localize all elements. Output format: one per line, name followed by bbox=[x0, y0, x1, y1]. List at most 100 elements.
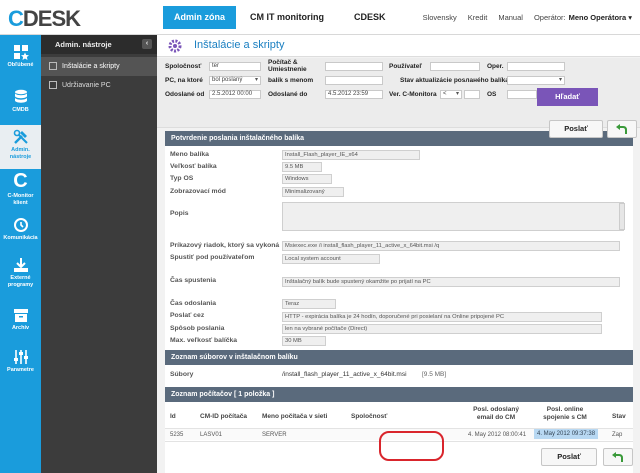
sidebar-item-label: Udržiavanie PC bbox=[62, 82, 111, 89]
back-button-top[interactable] bbox=[607, 120, 637, 138]
archive-icon bbox=[13, 309, 28, 322]
sidebar-item-installations[interactable]: Inštalácie a skripty bbox=[41, 57, 157, 76]
start-time-label: Čas spustenia bbox=[170, 277, 217, 284]
sidebar-item-label: Inštalácie a skripty bbox=[62, 63, 120, 70]
leftbar-communication[interactable]: Komunikácia bbox=[0, 217, 41, 242]
version-operator-select[interactable]: < bbox=[440, 90, 462, 99]
filter-panel: Spoločnosť ter Počítač & Umiestnenie Pou… bbox=[157, 58, 640, 128]
sidebar-header: Admin. nástroje ‹ bbox=[41, 35, 157, 54]
package-icon bbox=[49, 62, 57, 70]
leftbar-external-programs[interactable]: Externé programy bbox=[0, 257, 41, 289]
leftbar-external-label: Externé programy bbox=[7, 275, 34, 288]
files-label: Súbory bbox=[170, 371, 194, 378]
company-label: Spoločnosť bbox=[165, 63, 202, 70]
leftbar-cmdb-label: CMDB bbox=[12, 107, 29, 113]
sliders-icon bbox=[13, 350, 28, 364]
detail-panel: Potvrdenie poslania inštalačného balíka … bbox=[165, 120, 637, 473]
os-type-value: Windows bbox=[282, 174, 332, 184]
leftbar-cmonitor-client[interactable]: C C-Monitor klient bbox=[0, 171, 41, 207]
left-icon-bar: Obľúbené CMDB Admin. nástroje C C-Monito… bbox=[0, 35, 41, 473]
tab-admin-zona[interactable]: Admin zóna bbox=[163, 6, 236, 29]
back-arrow-icon bbox=[616, 124, 627, 134]
leftbar-parameters[interactable]: Parametre bbox=[0, 349, 41, 374]
run-as-value: Local system account bbox=[282, 254, 380, 264]
update-status-label: Stav aktualizácie posланého balíka je bbox=[400, 77, 517, 84]
package-name-input[interactable] bbox=[325, 76, 383, 85]
description-scrollbar[interactable] bbox=[619, 203, 625, 230]
leftbar-archive[interactable]: Archív bbox=[0, 307, 41, 332]
files-section-header: Zoznam súborov v inštalačnom balíku bbox=[165, 350, 633, 365]
package-size-label: Veľkosť balíka bbox=[170, 163, 217, 170]
user-label: Používateľ bbox=[389, 63, 422, 70]
max-size-value: 30 MB bbox=[282, 336, 326, 346]
send-time-value: Teraz bbox=[282, 299, 336, 309]
operator-filter-label: Oper. bbox=[487, 63, 504, 70]
package-name-value: Install_Flash_player_IE_x64 bbox=[282, 150, 420, 160]
operator-menu[interactable]: Meno Operátora ▾ bbox=[569, 13, 632, 22]
send-via-label: Poslať cez bbox=[170, 312, 205, 319]
collapse-sidebar-button[interactable]: ‹ bbox=[142, 39, 152, 49]
cell-last-online: 4. May 2012 09:37:38 bbox=[534, 429, 599, 439]
back-button-bottom[interactable] bbox=[603, 448, 633, 466]
leftbar-admin-tools[interactable]: Admin. nástroje bbox=[0, 125, 41, 169]
tab-cdesk[interactable]: CDESK bbox=[338, 6, 396, 29]
search-button[interactable]: Hľadať bbox=[537, 88, 598, 106]
package-name-label: Meno balíka bbox=[170, 151, 209, 158]
sent-from-label: Odoslané od bbox=[165, 91, 205, 98]
col-header-status: Stav bbox=[612, 413, 626, 420]
sent-to-input[interactable]: 4.5.2012 23:59 bbox=[325, 90, 383, 99]
send-via-value: HTTP - expirácia balíka je 24 hodín, dop… bbox=[282, 312, 602, 322]
os-input[interactable] bbox=[507, 90, 537, 99]
communication-icon bbox=[13, 218, 28, 232]
cell-cm-id: LASV01 bbox=[200, 432, 223, 438]
cell-last-email: 4. May 2012 08:00:41 bbox=[468, 432, 527, 438]
credit-link[interactable]: Kredit bbox=[468, 13, 488, 22]
leftbar-parameters-label: Parametre bbox=[7, 367, 34, 373]
maintenance-icon bbox=[49, 81, 57, 89]
pc-status-select[interactable]: bol poslaný bbox=[209, 76, 261, 85]
cdesk-logo[interactable]: CDESK bbox=[8, 6, 81, 32]
sent-from-input[interactable]: 2.5.2012 00:00 bbox=[209, 90, 261, 99]
start-time-value: Inštalačný balík bude spustený okamžite … bbox=[282, 277, 620, 287]
leftbar-communication-label: Komunikácia bbox=[3, 235, 38, 241]
update-status-select[interactable] bbox=[507, 76, 565, 85]
package-label: balík s menom bbox=[268, 77, 314, 84]
leftbar-favorites-label: Obľúbené bbox=[7, 62, 34, 68]
description-textarea[interactable] bbox=[282, 202, 624, 231]
file-name: /install_flash_player_11_active_x_64bit.… bbox=[282, 371, 407, 378]
computers-section-header: Zoznam počítačov [ 1 položka ] bbox=[165, 387, 633, 402]
send-method-value: len na vybrané počítače (Direct) bbox=[282, 324, 602, 334]
computer-input[interactable] bbox=[325, 62, 383, 71]
language-link[interactable]: Slovensky bbox=[423, 13, 457, 22]
send-button-highlight bbox=[379, 431, 444, 461]
operator-label: Operátor: bbox=[533, 13, 566, 22]
page-title: Inštalácie a skripty bbox=[194, 39, 285, 51]
send-button-bottom[interactable]: Poslať bbox=[541, 448, 597, 466]
run-as-label: Spustiť pod používateľom bbox=[170, 254, 255, 261]
download-icon bbox=[13, 258, 28, 272]
sidebar-item-pc-maintenance[interactable]: Udržiavanie PC bbox=[41, 76, 157, 95]
send-method-label: Spôsob poslania bbox=[170, 325, 225, 332]
col-header-last-online: Posl. online spojenie s CM bbox=[543, 406, 587, 421]
leftbar-cmonitor-label: C-Monitor klient bbox=[7, 193, 34, 206]
command-line-label: Príkazový riadok, ktorý sa vykoná bbox=[170, 242, 280, 249]
back-arrow-icon bbox=[612, 452, 623, 462]
file-size: [9.5 MB] bbox=[422, 371, 447, 378]
company-input[interactable]: ter bbox=[209, 62, 261, 71]
main-content: Inštalácie a skripty Spoločnosť ter Počí… bbox=[157, 35, 640, 473]
leftbar-cmdb[interactable]: CMDB bbox=[0, 89, 41, 114]
top-navigation: Admin zóna CM IT monitoring CDESK bbox=[163, 6, 396, 29]
display-mode-label: Zobrazovací mód bbox=[170, 188, 226, 195]
sidebar-title: Admin. nástroje bbox=[55, 40, 112, 49]
send-button-top[interactable]: Poslať bbox=[549, 120, 603, 138]
cell-status: Zap bbox=[612, 432, 623, 438]
user-input[interactable] bbox=[430, 62, 480, 71]
operator-filter-input[interactable] bbox=[507, 62, 565, 71]
leftbar-favorites[interactable]: Obľúbené bbox=[0, 44, 41, 69]
leftbar-admin-tools-label: Admin. nástroje bbox=[9, 147, 32, 160]
tab-cm-it-monitoring[interactable]: CM IT monitoring bbox=[236, 6, 338, 29]
version-input[interactable] bbox=[464, 90, 480, 99]
manual-link[interactable]: Manual bbox=[498, 13, 523, 22]
pc-label: PC, na ktoré bbox=[165, 77, 203, 84]
col-header-computer-name: Meno počítača v sieti bbox=[262, 413, 328, 420]
